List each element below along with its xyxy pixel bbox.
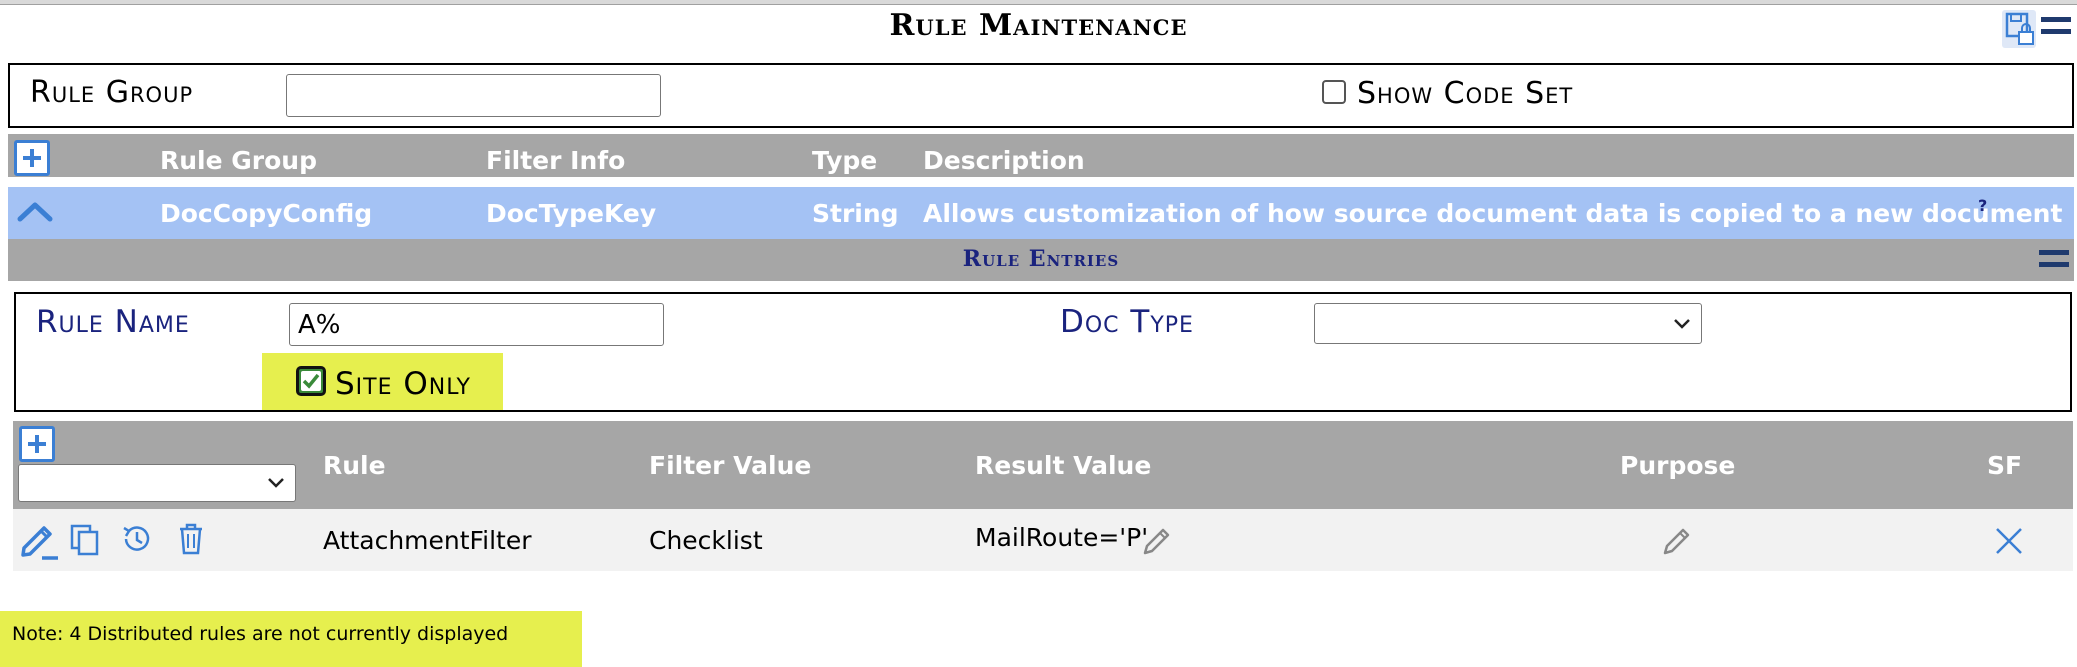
- column-header-rule[interactable]: Rule: [323, 451, 386, 480]
- purpose-pencil-icon[interactable]: [1660, 524, 1694, 558]
- rules-filter-select[interactable]: [18, 464, 296, 502]
- column-header-type[interactable]: Type: [812, 146, 877, 175]
- collapse-icon[interactable]: [16, 198, 54, 224]
- close-icon[interactable]: [1994, 526, 2024, 556]
- delete-icon[interactable]: [175, 522, 207, 556]
- rule-name-input[interactable]: [289, 303, 664, 346]
- copy-icon[interactable]: [68, 522, 102, 556]
- doc-type-label: Doc Type: [1060, 304, 1194, 340]
- column-header-description[interactable]: Description: [923, 146, 1085, 175]
- chevron-down-icon: [1674, 318, 1690, 329]
- selected-description: Allows customization of how source docum…: [923, 199, 2063, 228]
- rule-group-label: Rule Group: [30, 75, 194, 110]
- column-header-purpose[interactable]: Purpose: [1620, 451, 1735, 480]
- add-rule-group-button[interactable]: [14, 140, 50, 176]
- chevron-down-icon: [268, 478, 284, 488]
- column-header-filter-value[interactable]: Filter Value: [649, 451, 811, 480]
- menu-icon[interactable]: [2040, 14, 2072, 40]
- rule-group-input[interactable]: [286, 74, 661, 117]
- rule-entries-bar: Rule Entries: [8, 239, 2074, 281]
- distributed-rules-note: Note: 4 Distributed rules are not curren…: [0, 611, 582, 667]
- column-header-sf[interactable]: SF: [1987, 451, 2022, 480]
- cell-result-value: MailRoute='P': [975, 523, 1149, 552]
- add-icon: [23, 149, 41, 167]
- add-icon: [28, 435, 46, 453]
- column-header-result-value[interactable]: Result Value: [975, 451, 1151, 480]
- site-only-checkbox[interactable]: [296, 366, 326, 396]
- selected-filter-info: DocTypeKey: [486, 199, 657, 228]
- rule-name-label: Rule Name: [36, 304, 190, 340]
- selected-rule-group: DocCopyConfig: [160, 199, 373, 228]
- column-header-rule-group[interactable]: Rule Group: [160, 146, 317, 175]
- selected-type: String: [812, 199, 899, 228]
- cell-rule: AttachmentFilter: [323, 526, 532, 555]
- edit-icon[interactable]: [18, 518, 60, 560]
- show-code-set-label: Show Code Set: [1357, 76, 1574, 111]
- check-icon: [301, 371, 321, 391]
- doc-type-select[interactable]: [1314, 303, 1702, 344]
- top-border: [0, 0, 2077, 5]
- history-icon[interactable]: [120, 522, 154, 556]
- save-lock-icon[interactable]: [2002, 10, 2036, 48]
- pencil-icon[interactable]: [1140, 524, 1174, 558]
- cell-filter-value: Checklist: [649, 526, 763, 555]
- rule-entries-menu-icon[interactable]: [2038, 248, 2070, 272]
- rule-entries-title: Rule Entries: [962, 246, 1120, 272]
- show-code-set-checkbox[interactable]: [1322, 80, 1346, 104]
- column-header-filter-info[interactable]: Filter Info: [486, 146, 625, 175]
- help-marker[interactable]: ?: [1978, 196, 1987, 215]
- page-title: Rule Maintenance: [889, 8, 1188, 43]
- site-only-label: Site Only: [335, 366, 471, 402]
- add-rule-button[interactable]: [19, 426, 55, 462]
